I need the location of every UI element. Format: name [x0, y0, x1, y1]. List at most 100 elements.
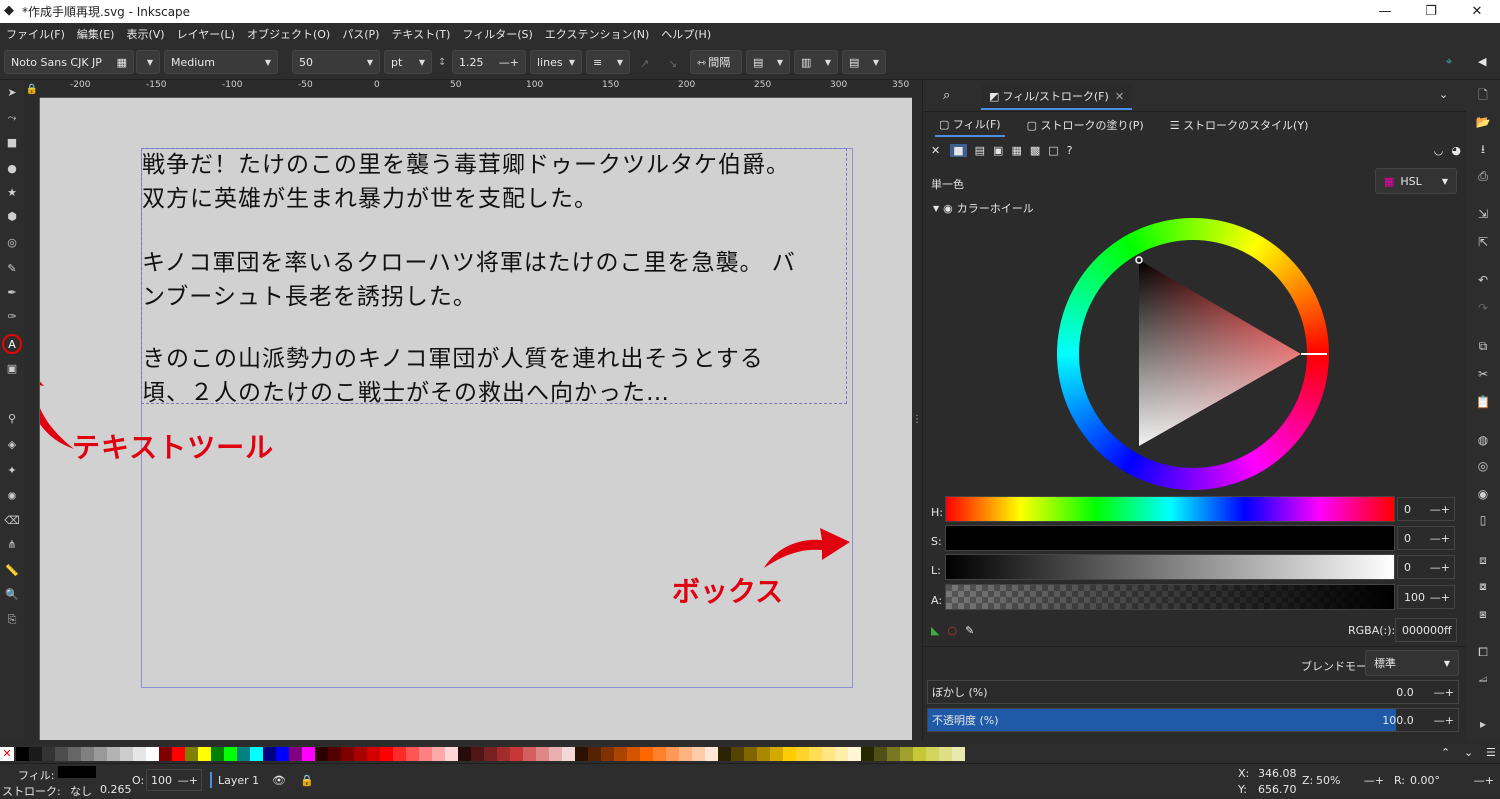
spacing-mode-dropdown[interactable]: lines — [530, 50, 582, 74]
spray-tool-icon[interactable]: ✺ — [4, 488, 20, 504]
color-swatch[interactable] — [419, 747, 432, 761]
hue-slider[interactable] — [945, 496, 1395, 522]
color-wheel[interactable] — [1057, 218, 1329, 490]
color-triangle[interactable] — [1057, 218, 1329, 490]
tab-fill-stroke[interactable]: ◩ フィル/ストローク(F) ✕ — [981, 84, 1133, 110]
direction-dropdown[interactable]: ▤ — [842, 50, 886, 74]
color-swatch[interactable] — [510, 747, 523, 761]
color-swatch[interactable] — [81, 747, 94, 761]
color-swatch[interactable] — [471, 747, 484, 761]
chevron-up-icon[interactable]: ⌃ — [1441, 746, 1450, 759]
menu-extensions[interactable]: エクステンション(N) — [545, 26, 649, 42]
maximize-button[interactable]: ❐ — [1408, 0, 1454, 23]
color-swatch[interactable] — [640, 747, 653, 761]
color-swatch[interactable] — [718, 747, 731, 761]
text-orientation-dropdown[interactable]: ▥ — [794, 50, 838, 74]
saturation-slider[interactable] — [945, 525, 1395, 551]
color-swatch[interactable] — [575, 747, 588, 761]
color-picker-icon[interactable]: ✎ — [965, 624, 974, 637]
color-swatch[interactable] — [42, 747, 55, 761]
color-swatch[interactable] — [588, 747, 601, 761]
close-button[interactable]: ✕ — [1454, 0, 1500, 23]
canvas[interactable]: 戦争だ！たけのこの里を襲う毒茸卿ドゥークツルタケ伯爵。 双方に英雄が生まれ暴力が… — [40, 98, 912, 740]
color-swatch[interactable] — [861, 747, 874, 761]
spacing-button[interactable]: ⇿ 間隔 — [690, 50, 742, 74]
color-swatch[interactable] — [952, 747, 965, 761]
ellipse-tool-icon[interactable]: ● — [4, 160, 20, 176]
eraser-tool-icon[interactable]: ⌫ — [4, 512, 20, 528]
spiral-tool-icon[interactable]: ◎ — [4, 234, 20, 250]
subtab-stroke-style[interactable]: ☰ ストロークのスタイル(Y) — [1166, 114, 1313, 136]
import-icon[interactable]: ⇲ — [1475, 206, 1491, 222]
fill-rule-nonzero-icon[interactable]: ◕ — [1451, 144, 1461, 157]
gradient-tool-icon[interactable]: ▣ — [4, 360, 20, 376]
unset-paint-icon[interactable]: ? — [1067, 144, 1073, 157]
color-swatch[interactable] — [120, 747, 133, 761]
copy-icon[interactable]: ⧉ — [1475, 338, 1491, 354]
color-swatch[interactable] — [289, 747, 302, 761]
color-swatch[interactable] — [367, 747, 380, 761]
color-swatch[interactable] — [94, 747, 107, 761]
color-swatch[interactable] — [263, 747, 276, 761]
measure-tool-icon[interactable]: 📏 — [4, 562, 20, 578]
more-commands-icon[interactable]: ▸ — [1475, 716, 1491, 732]
text-tool-icon[interactable]: A — [2, 334, 22, 354]
3d-box-tool-icon[interactable]: ⬢ — [4, 208, 20, 224]
color-swatch[interactable] — [770, 747, 783, 761]
lightness-stepper[interactable]: 0 —+ — [1397, 555, 1455, 579]
zoom-selection-icon[interactable]: ◍ — [1475, 432, 1491, 448]
color-swatch[interactable] — [848, 747, 861, 761]
pen-tool-icon[interactable]: ✒ — [4, 284, 20, 300]
color-swatch[interactable] — [887, 747, 900, 761]
color-swatch[interactable] — [562, 747, 575, 761]
color-swatch[interactable] — [29, 747, 42, 761]
color-swatch[interactable] — [211, 747, 224, 761]
color-swatch[interactable] — [484, 747, 497, 761]
lightness-slider[interactable] — [945, 554, 1395, 580]
wheel-expander[interactable]: ▼ ◉ カラーホイール — [933, 200, 1034, 216]
color-swatch[interactable] — [133, 747, 146, 761]
color-swatch[interactable] — [939, 747, 952, 761]
color-swatch[interactable] — [185, 747, 198, 761]
color-swatch[interactable] — [107, 747, 120, 761]
color-swatch[interactable] — [445, 747, 458, 761]
color-swatch[interactable] — [458, 747, 471, 761]
current-layer[interactable]: Layer 1 — [218, 774, 259, 787]
pencil-tool-icon[interactable]: ✎ — [4, 260, 20, 276]
print-icon[interactable]: ⎙ — [1475, 168, 1491, 184]
clone-icon[interactable]: ⧇ — [1475, 578, 1491, 594]
color-swatch[interactable] — [913, 747, 926, 761]
align-dropdown[interactable]: ≡ — [586, 50, 630, 74]
menu-layer[interactable]: レイヤー(L) — [177, 26, 235, 42]
color-swatch[interactable] — [380, 747, 393, 761]
guide-lock-icon[interactable]: 🔒 — [24, 80, 40, 98]
color-swatch[interactable] — [432, 747, 445, 761]
duplicate-icon[interactable]: ⧈ — [1475, 552, 1491, 568]
color-swatch[interactable] — [302, 747, 315, 761]
undo-icon[interactable]: ↶ — [1475, 272, 1491, 288]
color-swatch[interactable] — [315, 747, 328, 761]
color-swatch[interactable] — [328, 747, 341, 761]
color-swatch[interactable] — [822, 747, 835, 761]
menu-filters[interactable]: フィルター(S) — [462, 26, 532, 42]
save-icon[interactable]: ⭳ — [1475, 142, 1491, 158]
zoom-page-icon[interactable]: ◉ — [1475, 486, 1491, 502]
zoom-tool-icon[interactable]: 🔍 — [4, 586, 20, 602]
color-swatch[interactable] — [198, 747, 211, 761]
color-swatch[interactable] — [406, 747, 419, 761]
color-swatch[interactable] — [159, 747, 172, 761]
menu-view[interactable]: 表示(V) — [126, 26, 164, 42]
fill-swatch[interactable] — [58, 766, 96, 778]
swatch-icon[interactable]: □ — [1048, 144, 1058, 157]
menu-help[interactable]: ヘルプ(H) — [661, 26, 711, 42]
panel-resize-handle[interactable]: ⋮ — [912, 98, 922, 740]
linear-gradient-icon[interactable]: ▤ — [975, 144, 985, 157]
alpha-stepper[interactable]: 100 —+ — [1397, 585, 1455, 609]
rectangle-tool-icon[interactable]: ■ — [4, 134, 20, 150]
ungroup-icon[interactable]: ⧡ — [1475, 670, 1491, 686]
toolbar-collapse-icon[interactable]: ◀ — [1478, 55, 1486, 68]
font-family-dropdown[interactable] — [136, 50, 160, 74]
color-swatch[interactable] — [796, 747, 809, 761]
minimize-button[interactable]: — — [1362, 0, 1408, 23]
color-swatch[interactable] — [835, 747, 848, 761]
